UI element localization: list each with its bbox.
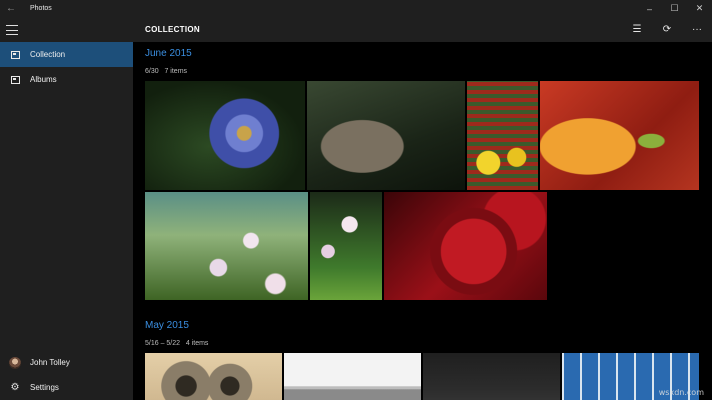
title-bar: ← Photos – ☐ ✕ bbox=[0, 0, 712, 17]
select-icon[interactable]: ☰ bbox=[622, 17, 652, 42]
item-count: 4 items bbox=[185, 340, 209, 347]
photo-thumbnail-pomegranate[interactable] bbox=[384, 192, 547, 300]
sidebar-item-collection[interactable]: Collection bbox=[0, 42, 133, 67]
sidebar-item-label: Settings bbox=[30, 383, 59, 392]
photo-thumbnail-meadow-flowers[interactable] bbox=[145, 192, 308, 300]
photo-collection: June 2015 6/30 7 items May 2015 5/16 – 5… bbox=[133, 42, 712, 400]
watermark: wsxdn.com bbox=[658, 388, 704, 397]
month-heading[interactable]: May 2015 bbox=[145, 320, 189, 331]
avatar bbox=[9, 356, 21, 369]
date-range: 6/30 bbox=[145, 68, 159, 75]
photo-thumbnail-rock-sprouts[interactable] bbox=[307, 81, 465, 190]
account-name: John Tolley bbox=[30, 358, 70, 367]
sidebar-item-account[interactable]: John Tolley bbox=[0, 350, 133, 375]
date-range: 5/16 – 5/22 bbox=[145, 340, 181, 347]
sidebar-item-label: Albums bbox=[30, 75, 57, 84]
gear-icon: ⚙ bbox=[10, 382, 20, 393]
photo-thumbnail-red-berries[interactable] bbox=[467, 81, 538, 190]
photo-thumbnail-binocular-viewer[interactable] bbox=[145, 353, 282, 400]
back-arrow-icon[interactable]: ← bbox=[0, 0, 22, 17]
photo-thumbnail-thistle[interactable] bbox=[145, 81, 305, 190]
photo-thumbnail-dark[interactable] bbox=[423, 353, 560, 400]
albums-icon bbox=[10, 75, 20, 84]
sidebar-item-label: Collection bbox=[30, 50, 66, 59]
date-info: 5/16 – 5/22 4 items bbox=[145, 340, 208, 347]
more-icon[interactable]: ··· bbox=[682, 17, 712, 42]
month-heading[interactable]: June 2015 bbox=[145, 48, 192, 59]
refresh-icon[interactable]: ⟳ bbox=[652, 17, 682, 42]
photo-thumbnail-pink-flowers[interactable] bbox=[310, 192, 382, 300]
photo-thumbnail-lizard-leaves[interactable] bbox=[540, 81, 699, 190]
hamburger-icon[interactable] bbox=[6, 25, 18, 35]
date-info: 6/30 7 items bbox=[145, 68, 187, 75]
collection-icon bbox=[10, 50, 20, 59]
minimize-button[interactable]: – bbox=[637, 0, 662, 17]
window-title: Photos bbox=[30, 5, 52, 12]
sidebar: Collection Albums John Tolley ⚙ Settings bbox=[0, 17, 133, 400]
close-button[interactable]: ✕ bbox=[687, 0, 712, 17]
page-header: COLLECTION ☰ ⟳ ··· bbox=[133, 17, 712, 42]
sidebar-item-settings[interactable]: ⚙ Settings bbox=[0, 375, 133, 400]
item-count: 7 items bbox=[164, 68, 188, 75]
sidebar-item-albums[interactable]: Albums bbox=[0, 67, 133, 92]
maximize-button[interactable]: ☐ bbox=[662, 0, 687, 17]
photo-thumbnail-windmills[interactable] bbox=[284, 353, 421, 400]
page-title: COLLECTION bbox=[145, 25, 200, 34]
